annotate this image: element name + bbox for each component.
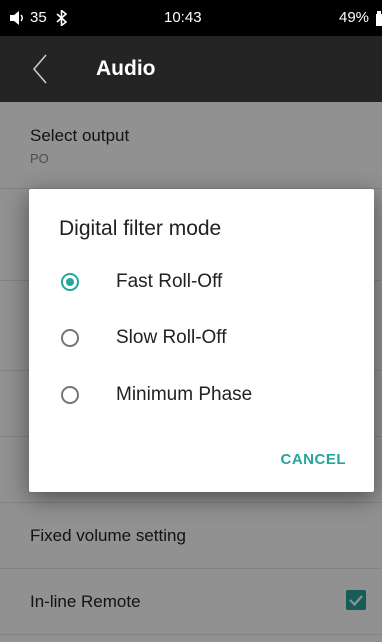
option-label: Slow Roll-Off	[116, 327, 227, 348]
option-fast-roll-off[interactable]: Fast Roll-Off	[29, 259, 374, 309]
volume-level: 35	[30, 9, 47, 26]
radio-unselected-icon[interactable]	[61, 386, 79, 404]
option-label: Minimum Phase	[116, 384, 253, 405]
bluetooth-icon	[56, 10, 68, 26]
battery-icon	[376, 11, 382, 26]
digital-filter-dialog: Digital filter mode Fast Roll-Off Slow R…	[29, 189, 374, 492]
cancel-button[interactable]: CANCEL	[281, 451, 347, 468]
status-time: 10:43	[164, 9, 202, 26]
option-label: Fast Roll-Off	[116, 271, 223, 292]
radio-unselected-icon[interactable]	[61, 329, 79, 347]
back-arrow-icon[interactable]	[26, 54, 56, 84]
dialog-title: Digital filter mode	[59, 217, 222, 240]
page-title: Audio	[96, 57, 156, 80]
battery-percentage: 49%	[339, 9, 370, 26]
toolbar: Audio	[0, 36, 382, 102]
speaker-icon	[10, 11, 23, 25]
status-bar: 35 10:43 49%	[0, 0, 382, 36]
radio-selected-icon[interactable]	[61, 273, 79, 291]
option-minimum-phase[interactable]: Minimum Phase	[29, 372, 374, 422]
option-slow-roll-off[interactable]: Slow Roll-Off	[29, 315, 374, 365]
